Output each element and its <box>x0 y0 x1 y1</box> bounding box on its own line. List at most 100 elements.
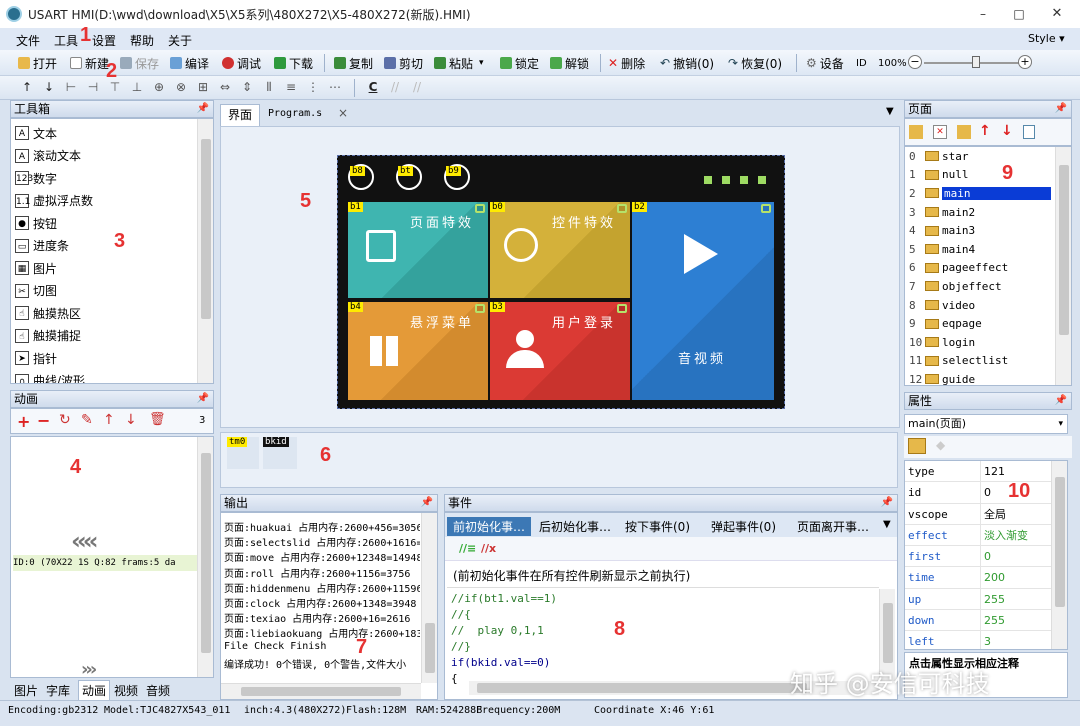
open-button[interactable]: 打开 <box>18 54 57 72</box>
page-item[interactable]: 2 main <box>905 184 1055 203</box>
property-row[interactable]: id 0 <box>905 482 1053 504</box>
same-size-icon[interactable]: ⊞ <box>196 80 210 94</box>
scroll-thumb[interactable] <box>201 139 211 319</box>
same-width-icon[interactable]: ⇔ <box>218 80 232 94</box>
new-button[interactable]: 新建 <box>70 54 109 72</box>
props-scrollbar[interactable] <box>1051 461 1067 649</box>
pin-icon[interactable]: 📌 <box>197 101 209 117</box>
timer-tm0[interactable]: tm0 <box>227 437 259 469</box>
animation-scrollbar[interactable] <box>197 437 213 677</box>
cut-button[interactable]: 剪切 <box>384 54 423 72</box>
paste-button[interactable]: 粘贴 ▾ <box>434 54 484 72</box>
comment-icon[interactable]: //≡ <box>459 542 476 555</box>
dist-h-icon[interactable]: ⋮ <box>306 80 320 94</box>
zoom-slider-thumb[interactable] <box>972 56 981 68</box>
page-item[interactable]: 7 objeffect <box>905 277 1055 296</box>
compile-button[interactable]: 编译 <box>170 54 209 72</box>
chevron-down-icon[interactable]: ▾ <box>479 58 484 68</box>
align-left-icon[interactable]: ⊢ <box>64 80 78 94</box>
page-item[interactable]: 4 main3 <box>905 221 1055 240</box>
sort-category-icon[interactable] <box>908 438 926 454</box>
property-value[interactable]: 200 <box>981 567 1053 587</box>
page-up-icon[interactable]: ↑ <box>979 123 991 139</box>
scroll-thumb[interactable] <box>1055 477 1065 607</box>
page-item[interactable]: 12 guide <box>905 370 1055 385</box>
property-value[interactable]: 121 <box>981 461 1053 481</box>
volume-circle-icon[interactable]: b9 <box>444 164 470 190</box>
scroll-thumb[interactable] <box>425 623 435 673</box>
sort-alpha-icon[interactable]: ◆ <box>936 438 945 452</box>
align-right-icon[interactable]: ⊣ <box>86 80 100 94</box>
pin-icon[interactable]: 📌 <box>1055 101 1067 117</box>
pin-icon[interactable]: 📌 <box>881 495 893 511</box>
tile-widget-effects[interactable]: b0 控件特效 <box>490 202 630 298</box>
tab-animation[interactable]: 动画 <box>78 680 111 701</box>
tab-pictures[interactable]: 图片 <box>14 682 38 699</box>
page-item[interactable]: 1 null <box>905 166 1055 185</box>
toolbox-item[interactable]: ∩ 曲线/波形 <box>11 370 197 383</box>
undo-button[interactable]: ↶ 撤销(0) <box>660 54 714 72</box>
style-menu[interactable]: Style ▾ <box>1028 32 1065 45</box>
menu-file[interactable]: 文件 <box>16 32 40 49</box>
edit-icon[interactable]: ✎ <box>81 412 93 428</box>
scroll-thumb[interactable] <box>883 603 893 663</box>
copy-page-icon[interactable] <box>1023 125 1035 139</box>
toolbox-item[interactable]: ✂ 切图 <box>11 280 197 303</box>
tab-video[interactable]: 视频 <box>114 682 138 699</box>
same-height-icon[interactable]: ⇕ <box>240 80 254 94</box>
page-item[interactable]: 10 login <box>905 333 1055 352</box>
toolbox-item[interactable]: ➤ 指针 <box>11 347 197 370</box>
page-item[interactable]: 9 eqpage <box>905 314 1055 333</box>
hmi-screen[interactable]: b8 bt b9 b1 页面特效 b0 控件特效 b2 音视频 b4 悬浮菜单 b3 用户… <box>337 155 785 409</box>
pin-icon[interactable]: 📌 <box>197 391 209 407</box>
page-down-icon[interactable]: ↓ <box>1001 123 1013 139</box>
redo-button[interactable]: ↷ 恢复(0) <box>728 54 782 72</box>
toggle-circle-icon[interactable]: bt <box>396 164 422 190</box>
minimize-icon[interactable]: – <box>966 4 1000 24</box>
event-tab[interactable]: 前初始化事… <box>447 517 532 536</box>
copy-button[interactable]: 复制 <box>334 54 373 72</box>
property-value[interactable]: 淡入渐变 <box>981 525 1053 545</box>
property-row[interactable]: effect 淡入渐变 <box>905 524 1053 547</box>
comment-icon[interactable]: C <box>366 80 380 94</box>
close-tab-icon[interactable]: × <box>338 106 348 120</box>
add-page-icon[interactable] <box>909 125 923 139</box>
lock-button[interactable]: 锁定 <box>500 54 539 72</box>
toolbox-item[interactable]: A 文本 <box>11 122 197 145</box>
zoom-out-icon[interactable]: − <box>908 55 922 69</box>
align-bottom-icon[interactable]: ⊥ <box>130 80 144 94</box>
property-value[interactable]: 0 <box>981 546 1053 566</box>
tabs-dropdown-icon[interactable]: ▼ <box>886 106 894 117</box>
page-item[interactable]: 3 main2 <box>905 203 1055 222</box>
unlock-button[interactable]: 解锁 <box>550 54 589 72</box>
maximize-button[interactable]: □ <box>1002 4 1036 24</box>
object-selector[interactable]: main(页面) ▾ <box>904 414 1068 434</box>
tab-audio[interactable]: 音频 <box>146 682 170 699</box>
page-item[interactable]: 0 star <box>905 147 1055 166</box>
remove-comment-icon[interactable]: // <box>410 80 424 94</box>
page-item[interactable]: 5 main4 <box>905 240 1055 259</box>
space-v-icon[interactable]: ≡ <box>284 80 298 94</box>
import-page-icon[interactable] <box>957 125 971 139</box>
uncomment-icon[interactable]: //x <box>481 542 496 555</box>
tab-design[interactable]: 界面 <box>220 104 260 126</box>
menu-help[interactable]: 帮助 <box>130 32 154 49</box>
settings-circle-icon[interactable]: b8 <box>348 164 374 190</box>
tabs-dropdown-icon[interactable]: ▼ <box>883 519 891 530</box>
tab-fonts[interactable]: 字库 <box>46 682 70 699</box>
pin-icon[interactable]: 📌 <box>421 495 433 511</box>
toolbox-item[interactable]: ● 按钮 <box>11 212 197 235</box>
up-icon[interactable]: ↑ <box>103 412 115 428</box>
menu-about[interactable]: 关于 <box>168 32 192 49</box>
debug-button[interactable]: 调试 <box>222 54 261 72</box>
delete-page-icon[interactable]: ✕ <box>933 125 947 139</box>
add-icon[interactable]: + <box>17 412 30 431</box>
tile-user-login[interactable]: b3 用户登录 <box>490 302 630 400</box>
move-up-icon[interactable]: ↑ <box>20 80 34 94</box>
space-h-icon[interactable]: ⫴ <box>262 80 276 94</box>
zoom-in-icon[interactable]: + <box>1018 55 1032 69</box>
tile-page-effects[interactable]: b1 页面特效 <box>348 202 488 298</box>
pages-scrollbar[interactable] <box>1055 147 1071 385</box>
save-button[interactable]: 保存 <box>120 54 159 72</box>
property-row[interactable]: vscope 全局 <box>905 503 1053 525</box>
